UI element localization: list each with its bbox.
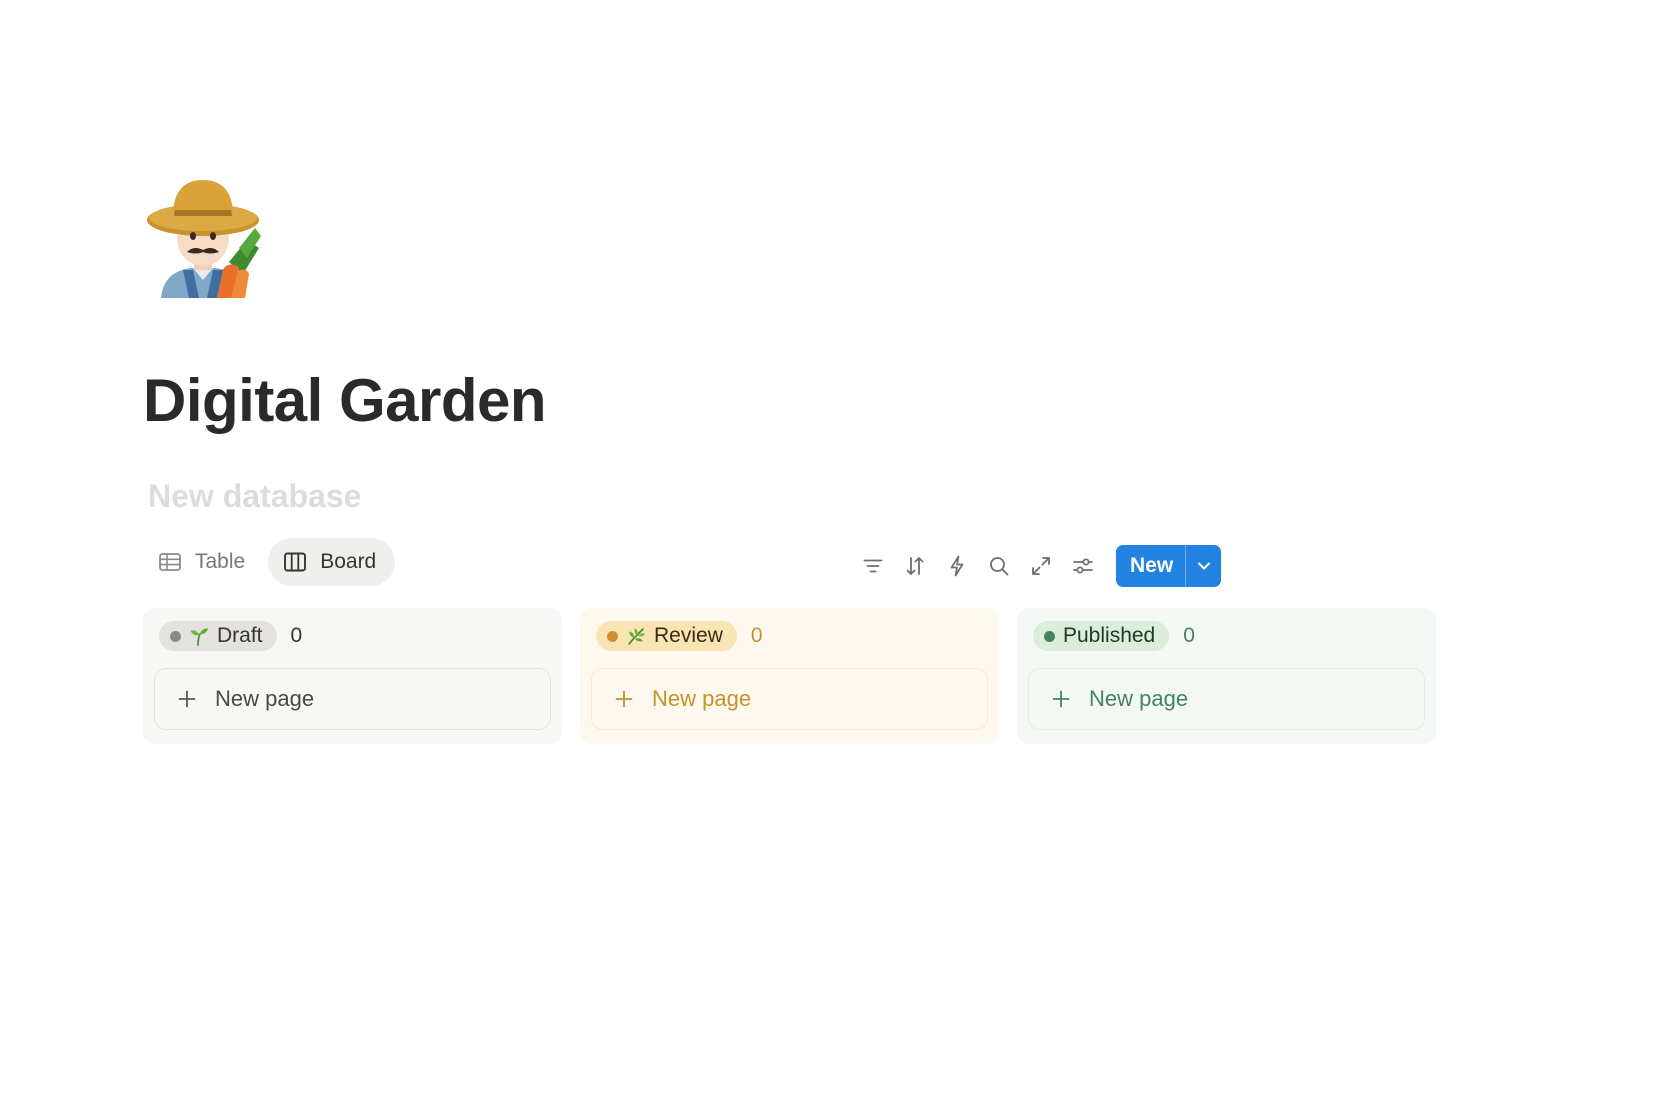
new-page-button[interactable]: New page: [591, 668, 988, 730]
plus-icon: [178, 690, 196, 708]
status-label: Published: [1063, 624, 1156, 647]
status-label: Draft: [217, 624, 263, 647]
new-page-label: New page: [1089, 686, 1189, 711]
database-toolbar: New: [852, 545, 1222, 587]
status-dot: [1044, 630, 1055, 642]
tab-table-label: Table: [195, 550, 246, 573]
tab-table[interactable]: Table: [143, 538, 264, 586]
tab-board-label: Board: [320, 550, 377, 573]
page-icon-farmer[interactable]: [143, 178, 263, 298]
column-header: Review 0: [596, 620, 988, 652]
status-dot: [607, 630, 618, 642]
board-column-draft: Draft 0 New page: [143, 608, 562, 744]
tab-board[interactable]: Board: [268, 538, 396, 586]
search-button[interactable]: [978, 545, 1020, 587]
plus-icon: [1052, 690, 1070, 708]
new-page-button[interactable]: New page: [1028, 668, 1425, 730]
automation-icon: [950, 555, 964, 577]
new-dropdown-button[interactable]: [1186, 545, 1221, 587]
expand-button[interactable]: [1020, 545, 1062, 587]
filter-icon: [863, 559, 883, 573]
new-page-button[interactable]: New page: [154, 668, 551, 730]
chevron-down-icon: [1197, 562, 1210, 570]
expand-icon: [1032, 557, 1050, 575]
new-page-label: New page: [652, 686, 752, 711]
database-title-placeholder[interactable]: New database: [148, 476, 361, 516]
view-tabs: Table Board: [143, 538, 396, 586]
column-header: Published 0: [1033, 620, 1425, 652]
farmer-emoji-icon: [147, 180, 261, 298]
board-icon: [284, 552, 307, 572]
search-icon: [990, 557, 1009, 576]
new-button-group: New: [1116, 545, 1222, 587]
status-pill-review[interactable]: Review: [596, 621, 737, 651]
column-count: 0: [290, 624, 303, 647]
board-column-review: Review 0 New page: [580, 608, 999, 744]
column-count: 0: [750, 624, 763, 647]
page: Digital Garden New database Table Board: [0, 0, 1674, 1116]
page-title[interactable]: Digital Garden: [143, 366, 547, 436]
board: Draft 0 New page Review 0 New page Publi…: [143, 608, 1436, 744]
filter-button[interactable]: [852, 545, 894, 587]
seedling-icon: [190, 628, 208, 646]
board-column-published: Published 0 New page: [1017, 608, 1436, 744]
new-page-label: New page: [215, 686, 315, 711]
status-pill-published[interactable]: Published: [1033, 621, 1170, 651]
table-icon: [159, 553, 181, 571]
column-count: 0: [1183, 624, 1195, 647]
sort-button[interactable]: [894, 545, 936, 587]
settings-icon: [1073, 558, 1093, 574]
column-header: Draft 0: [159, 620, 551, 652]
view-settings-button[interactable]: [1062, 545, 1104, 587]
plus-icon: [615, 690, 633, 708]
status-label: Review: [654, 624, 723, 647]
status-pill-draft[interactable]: Draft: [159, 621, 277, 651]
automation-button[interactable]: [936, 545, 978, 587]
status-dot: [170, 630, 181, 642]
sort-icon: [906, 557, 924, 575]
new-button[interactable]: New: [1116, 545, 1185, 587]
herb-icon: [628, 628, 645, 645]
